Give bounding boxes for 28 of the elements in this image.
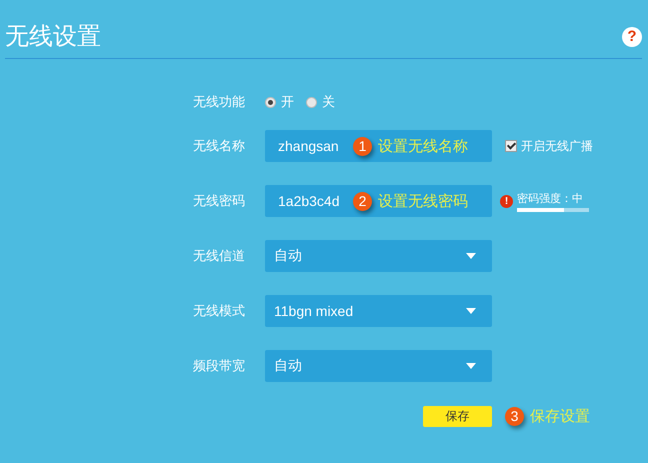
dropdown[interactable]: 11bgn mixed (265, 295, 492, 327)
radio-button[interactable] (306, 96, 317, 108)
dropdown[interactable]: 自动 (265, 350, 492, 382)
caret-icon (466, 363, 476, 369)
callout-text: 保存设置 (530, 406, 590, 426)
field-label: 频段带宽 (193, 357, 246, 375)
page-title: 无线设置 (5, 22, 101, 52)
strength-meter (517, 208, 589, 212)
help-button[interactable]: ? (622, 27, 642, 47)
warning-icon: ! (500, 194, 513, 208)
strength-label: 密码强度：中 (517, 192, 584, 206)
option-label: 关 (322, 93, 335, 111)
step-number: 3 (505, 406, 524, 426)
checkbox[interactable] (505, 140, 517, 152)
field-label: 无线密码 (193, 192, 246, 210)
caret-icon (466, 253, 476, 259)
caret-icon (466, 308, 476, 314)
field-label: 无线功能 (193, 93, 246, 111)
field-label: 无线名称 (193, 137, 246, 155)
callout-text: 设置无线名称 (378, 137, 468, 156)
radio-button[interactable] (265, 96, 276, 108)
checkbox-label: 开启无线广播 (521, 138, 593, 154)
field-label: 无线模式 (193, 302, 246, 320)
option-label: 开 (281, 93, 294, 111)
callout-text: 设置无线密码 (378, 192, 468, 211)
save-button[interactable]: 保存 (423, 406, 492, 426)
dropdown[interactable]: 自动 (265, 240, 492, 272)
field-label: 无线信道 (193, 247, 246, 265)
